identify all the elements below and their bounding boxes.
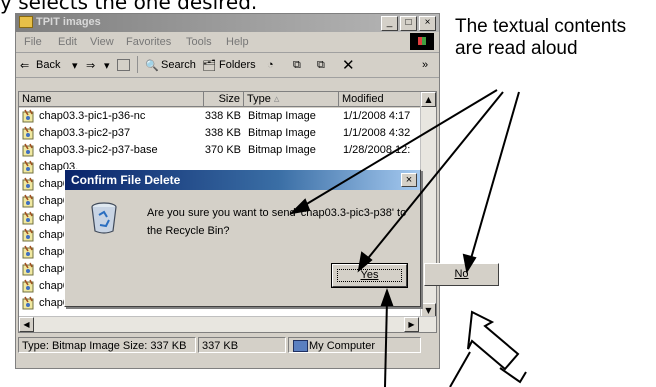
- arrow-to-scroll: [449, 351, 471, 387]
- arrow-to-yes: [384, 299, 388, 387]
- arrow-to-title: [299, 89, 498, 209]
- arrow-to-no: [469, 91, 520, 263]
- arrow-head-no: [462, 253, 477, 274]
- arrow-to-message: [364, 91, 504, 263]
- mouse-pointer-outline-icon: [467, 310, 520, 371]
- arrow-head-yes: [380, 288, 394, 306]
- arrow-head-title: [289, 198, 311, 215]
- annotation-arrows: [289, 89, 527, 387]
